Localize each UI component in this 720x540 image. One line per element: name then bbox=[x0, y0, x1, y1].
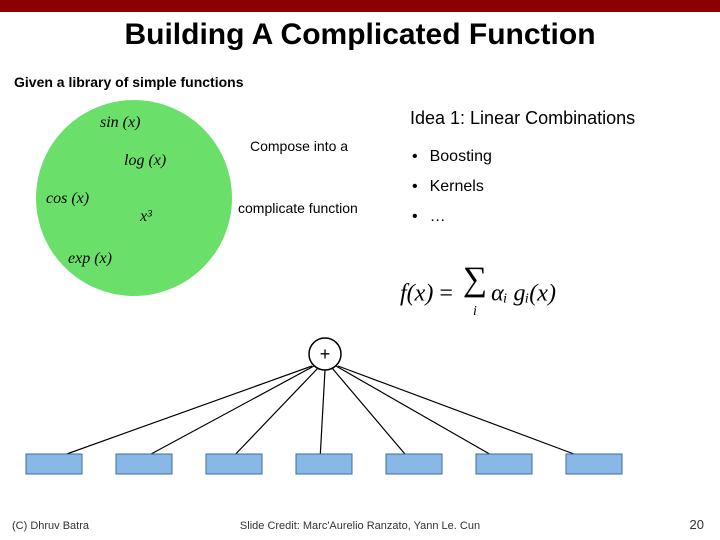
footer: (C) Dhruv Batra Slide Credit: Marc'Aurel… bbox=[0, 520, 720, 532]
equation: f(x) = ∑iαᵢ gᵢ(x) bbox=[400, 266, 556, 324]
idea-bullet: Boosting bbox=[412, 142, 492, 172]
idea-bullets: Boosting Kernels … bbox=[412, 142, 492, 232]
sum-icon: ∑i bbox=[463, 266, 487, 324]
input-box bbox=[296, 454, 352, 474]
footer-left: (C) Dhruv Batra bbox=[12, 520, 89, 532]
compose-text-1: Compose into a bbox=[250, 138, 348, 154]
idea-title: Idea 1: Linear Combinations bbox=[410, 108, 635, 129]
fn-log: log (x) bbox=[124, 152, 166, 170]
fn-exp: exp (x) bbox=[68, 250, 112, 268]
input-box bbox=[206, 454, 262, 474]
fn-sin: sin (x) bbox=[100, 114, 140, 132]
equation-eq: = bbox=[433, 281, 459, 307]
footer-right: 20 bbox=[690, 517, 704, 532]
accent-bar bbox=[0, 0, 720, 12]
input-box bbox=[26, 454, 82, 474]
idea-bullet: Kernels bbox=[412, 172, 492, 202]
network-diagram: + bbox=[20, 330, 640, 480]
input-boxes bbox=[26, 454, 622, 474]
idea-bullet: … bbox=[412, 202, 492, 232]
input-box bbox=[476, 454, 532, 474]
plus-icon: + bbox=[320, 344, 331, 364]
content-area: sin (x) log (x) cos (x) x³ exp (x) Compo… bbox=[0, 90, 720, 510]
equation-term: αᵢ gᵢ(x) bbox=[491, 281, 556, 307]
compose-text-2: complicate function bbox=[238, 200, 358, 216]
fn-cos: cos (x) bbox=[46, 190, 89, 208]
input-box bbox=[566, 454, 622, 474]
fn-cube: x³ bbox=[140, 208, 152, 226]
input-box bbox=[386, 454, 442, 474]
footer-center: Slide Credit: Marc'Aurelio Ranzato, Yann… bbox=[0, 520, 720, 532]
equation-lhs: f(x) bbox=[400, 281, 433, 307]
input-box bbox=[116, 454, 172, 474]
page-title: Building A Complicated Function bbox=[0, 18, 720, 52]
subtitle: Given a library of simple functions bbox=[14, 74, 720, 90]
